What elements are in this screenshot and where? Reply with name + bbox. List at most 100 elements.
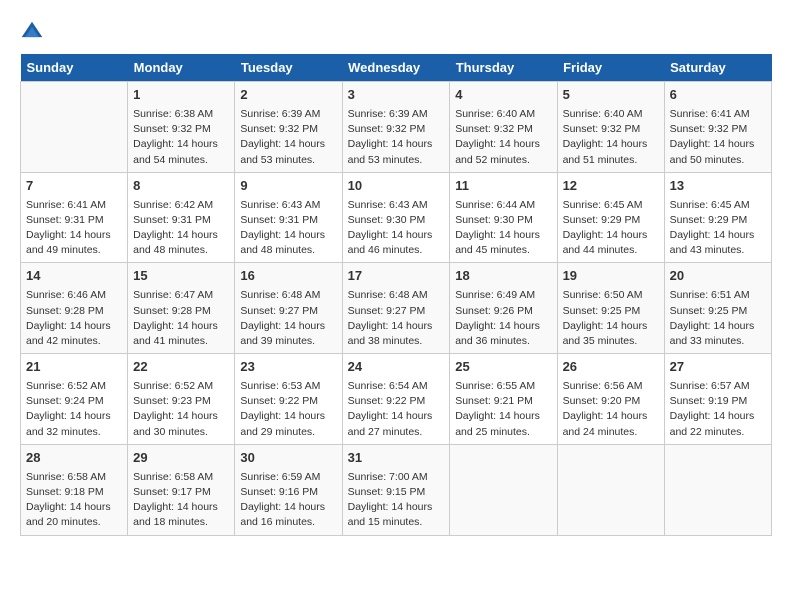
day-number: 7	[26, 177, 122, 196]
header-cell-sunday: Sunday	[21, 54, 128, 82]
day-number: 18	[455, 267, 551, 286]
calendar-cell: 29 Sunrise: 6:58 AM Sunset: 9:17 PM Dayli…	[128, 444, 235, 535]
day-number: 27	[670, 358, 766, 377]
calendar-cell: 30 Sunrise: 6:59 AM Sunset: 9:16 PM Dayli…	[235, 444, 342, 535]
week-row-4: 21Sunrise: 6:52 AM Sunset: 9:24 PM Dayli…	[21, 354, 772, 445]
logo-icon	[20, 20, 44, 44]
calendar-cell: 1 Sunrise: 6:38 AM Sunset: 9:32 PM Daylig…	[128, 82, 235, 173]
cell-content: Sunrise: 6:38 AM Sunset: 9:32 PM Dayligh…	[133, 107, 229, 168]
calendar-cell: 31Sunrise: 7:00 AM Sunset: 9:15 PM Dayli…	[342, 444, 450, 535]
day-number: 2	[240, 86, 336, 105]
day-number: 9	[240, 177, 336, 196]
day-number: 5	[563, 86, 659, 105]
calendar-cell: 15 Sunrise: 6:47 AM Sunset: 9:28 PM Dayli…	[128, 263, 235, 354]
cell-content: Sunrise: 6:51 AM Sunset: 9:25 PM Dayligh…	[670, 288, 766, 349]
cell-content: Sunrise: 6:43 AM Sunset: 9:31 PM Dayligh…	[240, 198, 336, 259]
calendar-cell	[557, 444, 664, 535]
calendar-body: 1 Sunrise: 6:38 AM Sunset: 9:32 PM Daylig…	[21, 82, 772, 536]
cell-content: Sunrise: 6:50 AM Sunset: 9:25 PM Dayligh…	[563, 288, 659, 349]
logo	[20, 20, 48, 44]
cell-content: Sunrise: 6:43 AM Sunset: 9:30 PM Dayligh…	[348, 198, 445, 259]
header-cell-tuesday: Tuesday	[235, 54, 342, 82]
day-number: 12	[563, 177, 659, 196]
calendar-cell: 21Sunrise: 6:52 AM Sunset: 9:24 PM Dayli…	[21, 354, 128, 445]
calendar-cell: 9 Sunrise: 6:43 AM Sunset: 9:31 PM Daylig…	[235, 172, 342, 263]
cell-content: Sunrise: 6:42 AM Sunset: 9:31 PM Dayligh…	[133, 198, 229, 259]
day-number: 25	[455, 358, 551, 377]
day-number: 14	[26, 267, 122, 286]
day-number: 23	[240, 358, 336, 377]
calendar-cell: 12 Sunrise: 6:45 AM Sunset: 9:29 PM Dayli…	[557, 172, 664, 263]
calendar-cell	[21, 82, 128, 173]
cell-content: Sunrise: 6:48 AM Sunset: 9:27 PM Dayligh…	[348, 288, 445, 349]
calendar-cell: 28Sunrise: 6:58 AM Sunset: 9:18 PM Dayli…	[21, 444, 128, 535]
day-number: 21	[26, 358, 122, 377]
calendar-cell: 5 Sunrise: 6:40 AM Sunset: 9:32 PM Daylig…	[557, 82, 664, 173]
calendar-cell: 11Sunrise: 6:44 AM Sunset: 9:30 PM Dayli…	[450, 172, 557, 263]
calendar-cell	[664, 444, 771, 535]
cell-content: Sunrise: 6:45 AM Sunset: 9:29 PM Dayligh…	[670, 198, 766, 259]
calendar-cell: 8 Sunrise: 6:42 AM Sunset: 9:31 PM Daylig…	[128, 172, 235, 263]
day-number: 1	[133, 86, 229, 105]
week-row-5: 28Sunrise: 6:58 AM Sunset: 9:18 PM Dayli…	[21, 444, 772, 535]
cell-content: Sunrise: 6:41 AM Sunset: 9:31 PM Dayligh…	[26, 198, 122, 259]
header-cell-friday: Friday	[557, 54, 664, 82]
day-number: 24	[348, 358, 445, 377]
cell-content: Sunrise: 6:54 AM Sunset: 9:22 PM Dayligh…	[348, 379, 445, 440]
day-number: 6	[670, 86, 766, 105]
calendar-header: SundayMondayTuesdayWednesdayThursdayFrid…	[21, 54, 772, 82]
calendar-cell: 27 Sunrise: 6:57 AM Sunset: 9:19 PM Dayli…	[664, 354, 771, 445]
calendar-cell: 18 Sunrise: 6:49 AM Sunset: 9:26 PM Dayli…	[450, 263, 557, 354]
day-number: 31	[348, 449, 445, 468]
calendar-cell: 24 Sunrise: 6:54 AM Sunset: 9:22 PM Dayli…	[342, 354, 450, 445]
day-number: 15	[133, 267, 229, 286]
header-cell-saturday: Saturday	[664, 54, 771, 82]
cell-content: Sunrise: 6:58 AM Sunset: 9:18 PM Dayligh…	[26, 470, 122, 531]
cell-content: Sunrise: 6:45 AM Sunset: 9:29 PM Dayligh…	[563, 198, 659, 259]
cell-content: Sunrise: 6:58 AM Sunset: 9:17 PM Dayligh…	[133, 470, 229, 531]
day-number: 11	[455, 177, 551, 196]
calendar-cell: 4 Sunrise: 6:40 AM Sunset: 9:32 PM Daylig…	[450, 82, 557, 173]
calendar-cell: 17Sunrise: 6:48 AM Sunset: 9:27 PM Dayli…	[342, 263, 450, 354]
cell-content: Sunrise: 6:40 AM Sunset: 9:32 PM Dayligh…	[455, 107, 551, 168]
cell-content: Sunrise: 6:49 AM Sunset: 9:26 PM Dayligh…	[455, 288, 551, 349]
day-number: 8	[133, 177, 229, 196]
cell-content: Sunrise: 6:57 AM Sunset: 9:19 PM Dayligh…	[670, 379, 766, 440]
day-number: 26	[563, 358, 659, 377]
page-header	[20, 20, 772, 44]
calendar-cell: 2Sunrise: 6:39 AM Sunset: 9:32 PM Daylig…	[235, 82, 342, 173]
week-row-2: 7 Sunrise: 6:41 AM Sunset: 9:31 PM Daylig…	[21, 172, 772, 263]
week-row-3: 14 Sunrise: 6:46 AM Sunset: 9:28 PM Dayli…	[21, 263, 772, 354]
day-number: 13	[670, 177, 766, 196]
cell-content: Sunrise: 6:47 AM Sunset: 9:28 PM Dayligh…	[133, 288, 229, 349]
cell-content: Sunrise: 6:40 AM Sunset: 9:32 PM Dayligh…	[563, 107, 659, 168]
cell-content: Sunrise: 6:55 AM Sunset: 9:21 PM Dayligh…	[455, 379, 551, 440]
calendar-cell: 14 Sunrise: 6:46 AM Sunset: 9:28 PM Dayli…	[21, 263, 128, 354]
calendar-cell: 3 Sunrise: 6:39 AM Sunset: 9:32 PM Daylig…	[342, 82, 450, 173]
calendar-table: SundayMondayTuesdayWednesdayThursdayFrid…	[20, 54, 772, 536]
cell-content: Sunrise: 6:48 AM Sunset: 9:27 PM Dayligh…	[240, 288, 336, 349]
day-number: 3	[348, 86, 445, 105]
cell-content: Sunrise: 6:39 AM Sunset: 9:32 PM Dayligh…	[348, 107, 445, 168]
calendar-cell: 19Sunrise: 6:50 AM Sunset: 9:25 PM Dayli…	[557, 263, 664, 354]
day-number: 4	[455, 86, 551, 105]
header-row: SundayMondayTuesdayWednesdayThursdayFrid…	[21, 54, 772, 82]
day-number: 16	[240, 267, 336, 286]
calendar-cell: 7 Sunrise: 6:41 AM Sunset: 9:31 PM Daylig…	[21, 172, 128, 263]
calendar-cell: 22Sunrise: 6:52 AM Sunset: 9:23 PM Dayli…	[128, 354, 235, 445]
cell-content: Sunrise: 6:59 AM Sunset: 9:16 PM Dayligh…	[240, 470, 336, 531]
day-number: 30	[240, 449, 336, 468]
cell-content: Sunrise: 6:41 AM Sunset: 9:32 PM Dayligh…	[670, 107, 766, 168]
day-number: 29	[133, 449, 229, 468]
week-row-1: 1 Sunrise: 6:38 AM Sunset: 9:32 PM Daylig…	[21, 82, 772, 173]
header-cell-wednesday: Wednesday	[342, 54, 450, 82]
day-number: 10	[348, 177, 445, 196]
calendar-cell: 16 Sunrise: 6:48 AM Sunset: 9:27 PM Dayli…	[235, 263, 342, 354]
cell-content: Sunrise: 6:52 AM Sunset: 9:23 PM Dayligh…	[133, 379, 229, 440]
cell-content: Sunrise: 6:46 AM Sunset: 9:28 PM Dayligh…	[26, 288, 122, 349]
header-cell-monday: Monday	[128, 54, 235, 82]
day-number: 20	[670, 267, 766, 286]
calendar-cell: 25 Sunrise: 6:55 AM Sunset: 9:21 PM Dayli…	[450, 354, 557, 445]
calendar-cell: 20 Sunrise: 6:51 AM Sunset: 9:25 PM Dayli…	[664, 263, 771, 354]
header-cell-thursday: Thursday	[450, 54, 557, 82]
